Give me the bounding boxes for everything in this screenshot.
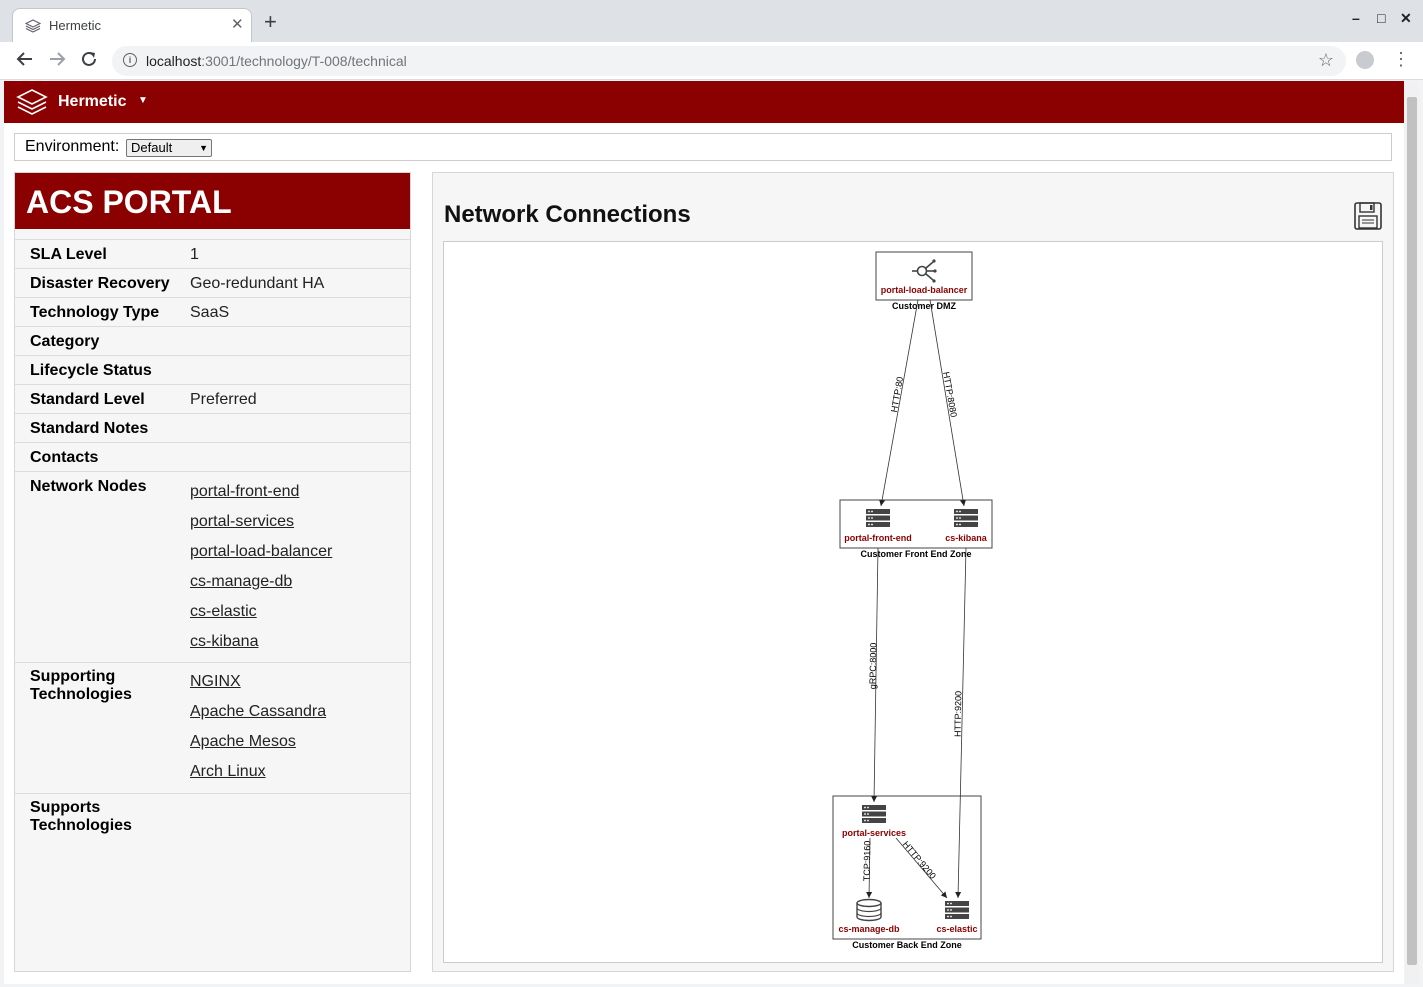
field-row: Standard Notes — [15, 413, 410, 443]
field-row: Standard Level Preferred — [15, 384, 410, 414]
app-header: Hermetic ▼ — [4, 81, 1404, 123]
field-value: Preferred — [190, 391, 257, 408]
info-icon[interactable]: i — [123, 53, 137, 67]
field-label: Standard Level — [30, 391, 145, 408]
field-row: SLA Level 1 — [15, 239, 410, 269]
network-connections-title: Network Connections — [444, 201, 691, 228]
caret-down-icon[interactable]: ▼ — [138, 95, 148, 106]
server-icon — [866, 509, 890, 527]
environment-bar: Environment: Default ▼ — [14, 133, 1392, 161]
field-row: Disaster Recovery Geo-redundant HA — [15, 268, 410, 298]
server-icon — [862, 805, 886, 823]
node-label[interactable]: portal-front-end — [844, 533, 912, 543]
forward-arrow-icon[interactable] — [48, 50, 66, 72]
node-label[interactable]: portal-load-balancer — [881, 285, 968, 295]
field-value: Geo-redundant HA — [190, 275, 325, 292]
network-node-link[interactable]: cs-manage-db — [190, 573, 292, 591]
tab-title: Hermetic — [49, 18, 102, 33]
node-label[interactable]: cs-elastic — [936, 924, 977, 934]
network-diagram-svg: Customer DMZ Customer Front End Zone Cus… — [832, 251, 993, 950]
environment-selected-value: Default — [131, 140, 173, 155]
edge-label: HTTP:8080 — [941, 371, 959, 418]
environment-select[interactable]: Default ▼ — [126, 139, 212, 157]
scrollbar-thumb[interactable] — [1407, 97, 1417, 965]
network-nodes-row: Network Nodes portal-front-end portal-se… — [15, 471, 410, 663]
zone-label: Customer DMZ — [892, 301, 957, 311]
address-bar[interactable]: i localhost:3001/technology/T-008/techni… — [112, 46, 1346, 76]
technology-title: ACS PORTAL — [26, 184, 232, 220]
field-row: Technology Type SaaS — [15, 297, 410, 327]
field-row: Category — [15, 326, 410, 356]
load-balancer-icon — [912, 259, 937, 283]
network-nodes-label: Network Nodes — [30, 478, 147, 495]
field-value: SaaS — [190, 304, 230, 321]
browser-menu-icon[interactable]: ⋮ — [1392, 49, 1410, 69]
supporting-technologies-label: Supporting Technologies — [30, 668, 132, 703]
zone-label: Customer Front End Zone — [861, 549, 972, 559]
network-node-link[interactable]: portal-load-balancer — [190, 543, 332, 561]
profile-avatar-icon[interactable] — [1356, 51, 1374, 69]
technology-header: ACS PORTAL — [15, 173, 410, 229]
browser-tab[interactable]: Hermetic ✕ — [12, 8, 252, 42]
new-tab-button[interactable]: + — [264, 11, 277, 33]
node-label[interactable]: portal-services — [842, 828, 906, 838]
zone-label: Customer Back End Zone — [852, 940, 962, 950]
field-label: SLA Level — [30, 246, 107, 263]
field-label: Standard Notes — [30, 420, 149, 437]
field-label: Contacts — [30, 449, 99, 466]
network-node-link[interactable]: portal-services — [190, 513, 294, 531]
reload-icon[interactable] — [80, 50, 98, 72]
edge-label: HTTP:80 — [889, 376, 905, 413]
page-viewport: Hermetic ▼ Environment: Default ▼ ACS PO… — [4, 81, 1404, 984]
network-node-link[interactable]: portal-front-end — [190, 483, 299, 501]
supporting-technologies-row: Supporting Technologies NGINX Apache Cas… — [15, 662, 410, 794]
network-node-link[interactable]: cs-kibana — [190, 633, 258, 651]
supporting-technology-link[interactable]: Apache Mesos — [190, 733, 296, 751]
field-value: 1 — [190, 246, 199, 263]
supporting-technology-link[interactable]: NGINX — [190, 673, 241, 691]
node-label[interactable]: cs-kibana — [945, 533, 988, 543]
select-caret-icon: ▼ — [199, 143, 208, 153]
network-diagram: Customer DMZ Customer Front End Zone Cus… — [443, 241, 1383, 963]
layers-icon — [24, 19, 42, 38]
node-label[interactable]: cs-manage-db — [838, 924, 900, 934]
save-icon[interactable] — [1353, 201, 1383, 236]
app-menu-button[interactable]: Hermetic — [58, 93, 126, 111]
field-label: Disaster Recovery — [30, 275, 170, 292]
server-icon — [945, 901, 969, 919]
bookmark-star-icon[interactable]: ☆ — [1318, 50, 1334, 71]
edge-label: TCP:9160 — [862, 841, 873, 882]
field-label: Lifecycle Status — [30, 362, 152, 379]
field-label: Technology Type — [30, 304, 160, 321]
url-text: localhost:3001/technology/T-008/technica… — [146, 53, 407, 69]
server-icon — [954, 509, 978, 527]
supports-technologies-label: Supports Technologies — [30, 799, 132, 834]
tab-close-icon[interactable]: ✕ — [231, 15, 244, 33]
browser-tabstrip: Hermetic ✕ + – □ ✕ — [0, 0, 1423, 42]
database-icon — [856, 898, 882, 922]
supporting-technology-link[interactable]: Arch Linux — [190, 763, 266, 781]
supporting-technology-link[interactable]: Apache Cassandra — [190, 703, 326, 721]
hermetic-logo-icon[interactable] — [16, 88, 48, 121]
edge-label: gRPC:8000 — [868, 643, 879, 690]
minimize-button[interactable]: – — [1352, 10, 1360, 26]
browser-toolbar: i localhost:3001/technology/T-008/techni… — [0, 42, 1423, 80]
technology-details-panel: ACS PORTAL SLA Level 1 Disaster Recovery… — [14, 172, 411, 972]
network-node-link[interactable]: cs-elastic — [190, 603, 257, 621]
back-arrow-icon[interactable] — [16, 50, 34, 72]
page-scrollbar[interactable] — [1405, 81, 1419, 984]
field-row: Lifecycle Status — [15, 355, 410, 385]
maximize-button[interactable]: □ — [1377, 10, 1385, 26]
edge-label: HTTP:9200 — [901, 839, 938, 881]
network-connections-panel: Network Connections Customer DMZ Custome… — [432, 172, 1394, 972]
supports-technologies-row: Supports Technologies — [15, 793, 410, 854]
window-close-button[interactable]: ✕ — [1400, 10, 1412, 27]
field-label: Category — [30, 333, 100, 350]
environment-label: Environment: — [25, 138, 120, 155]
edge-label: HTTP:9200 — [953, 691, 964, 737]
field-row: Contacts — [15, 442, 410, 472]
